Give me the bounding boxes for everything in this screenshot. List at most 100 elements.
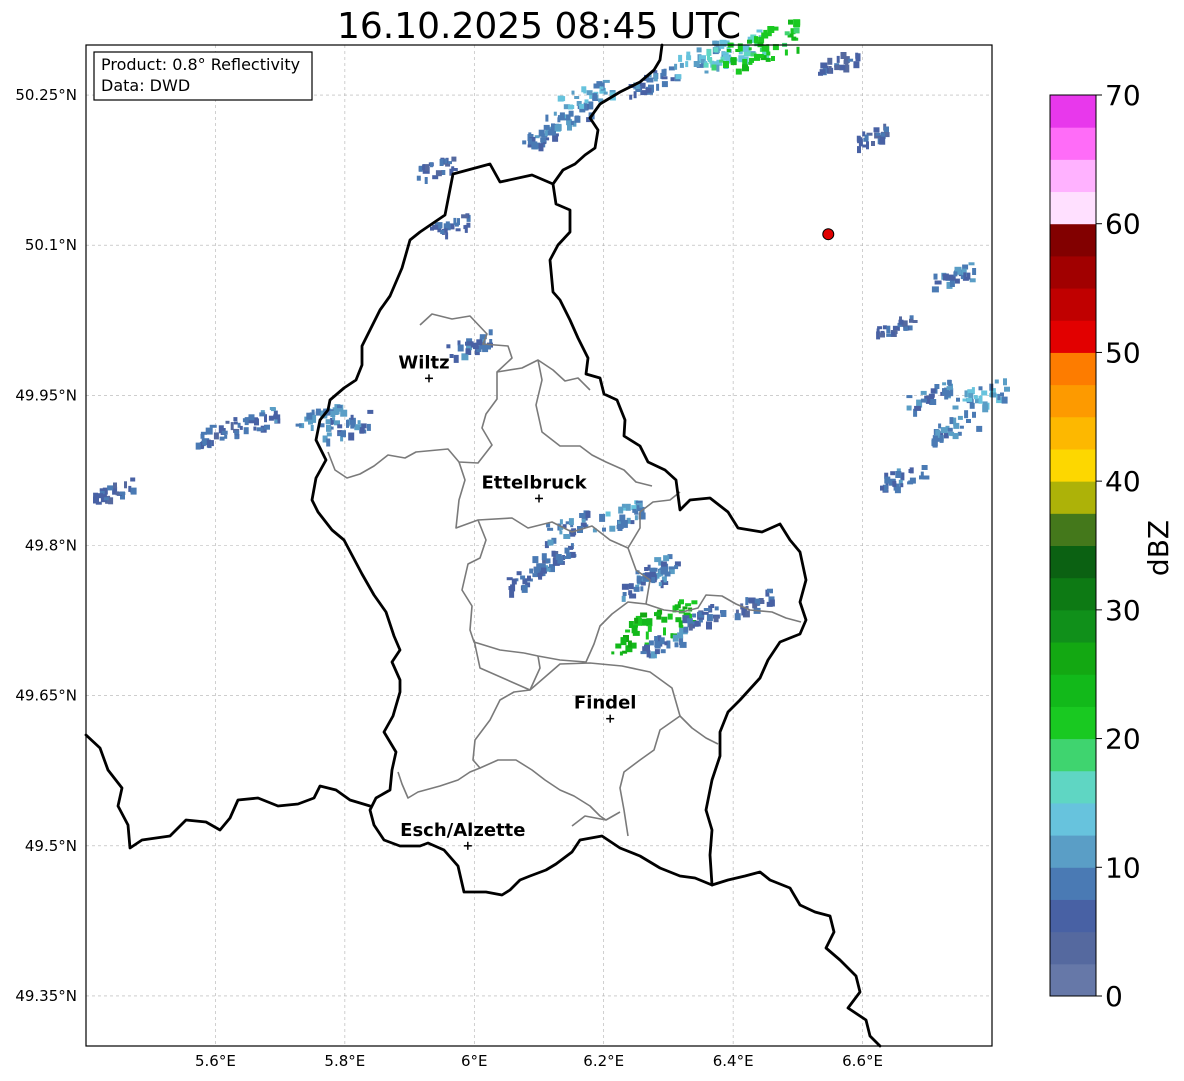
radar-echo-pixel (873, 127, 880, 133)
radar-echo-pixel (834, 65, 841, 71)
radar-echo-pixel (866, 141, 869, 150)
radar-echo-pixel (259, 412, 266, 417)
radar-echo-pixel (879, 332, 885, 338)
radar-echo-pixel (571, 90, 575, 95)
radar-echo-pixel (934, 280, 942, 285)
radar-echo-pixel (96, 493, 104, 499)
radar-site-marker[interactable] (822, 228, 835, 241)
radar-echo-pixel (451, 156, 457, 162)
radar-echo-pixel (857, 137, 863, 144)
radar-echo-pixel (793, 19, 801, 28)
radar-echo-pixel (653, 73, 658, 82)
radar-echo-pixel (506, 577, 513, 581)
lat-tick-label: 49.5°N (25, 837, 77, 855)
longitude-tick-labels: 5.6°E 5.8°E 6°E 6.2°E 6.4°E 6.6°E (195, 1052, 883, 1070)
lon-tick-label: 6.6°E (842, 1052, 883, 1070)
radar-echo-pixel (588, 101, 594, 110)
radar-echo-pixel (933, 273, 938, 280)
radar-echo-pixel (972, 411, 976, 418)
radar-echo-pixel (224, 434, 228, 439)
info-product: Product: 0.8° Reflectivity (101, 55, 300, 74)
radar-echo-pixel (634, 617, 639, 624)
radar-echo-pixel (563, 534, 571, 539)
radar-echo-pixel (963, 272, 967, 278)
radar-echo-pixel (646, 77, 654, 83)
radar-echo-pixel (516, 571, 522, 576)
radar-echo-pixel (435, 170, 442, 177)
radar-echo-pixel (424, 177, 428, 184)
radar-echo-pixel (741, 607, 746, 616)
radar-echo-pixel (734, 613, 741, 621)
radar-echo-pixel (659, 637, 665, 645)
colorbar-segment (1050, 95, 1096, 128)
radar-echo-pixel (337, 424, 343, 429)
radar-echo-pixel (568, 105, 575, 109)
colorbar-segment (1050, 223, 1096, 257)
radar-echo-pixel (752, 603, 758, 609)
radar-echo-pixel (332, 417, 336, 421)
radar-echo-pixel (686, 618, 693, 624)
radar-echo-pixel (205, 427, 213, 435)
info-box: Product: 0.8° Reflectivity Data: DWD (93, 51, 313, 101)
radar-echo-pixel (649, 571, 656, 578)
radar-echo-pixel (602, 79, 610, 83)
radar-echo-pixel (920, 390, 927, 395)
radar-echo-pixel (599, 86, 604, 90)
colorbar-segment (1050, 963, 1096, 997)
radar-echo-pixel (691, 600, 698, 605)
radar-echo-pixel (839, 65, 846, 71)
radar-echo-pixel (357, 420, 361, 425)
radar-echo-pixel (627, 640, 632, 648)
radar-echo-pixel (942, 273, 949, 281)
radar-echo-pixel (947, 427, 953, 432)
radar-echo-pixel (645, 87, 652, 93)
radar-echo-pixel (968, 393, 974, 399)
radar-echo-pixel (625, 503, 631, 511)
radar-echo-pixel (1000, 392, 1004, 397)
radar-echo-pixel (555, 554, 562, 560)
radar-echo-pixel (315, 411, 320, 416)
radar-echo-pixel (946, 386, 951, 391)
map-area[interactable]: Wiltz Ettelbruck Findel Esch/Alzette Produc… (84, 19, 1010, 1048)
radar-echo-pixel (568, 110, 574, 117)
radar-echo-pixel (239, 425, 243, 430)
radar-echo-pixel (886, 333, 892, 337)
colorbar-segment (1050, 706, 1096, 740)
radar-echo-pixel (359, 427, 365, 434)
radar-echo-pixel (771, 56, 775, 61)
radar-echo-pixel (660, 649, 666, 654)
radar-echo-pixel (934, 384, 940, 389)
radar-echo-pixel (964, 410, 969, 419)
radar-echo-pixel (209, 424, 217, 428)
radar-echo-pixel (772, 26, 779, 31)
radar-echo-pixel (706, 614, 713, 622)
radar-echo-pixel (966, 419, 971, 423)
radar-echo-pixel (754, 36, 758, 44)
radar-echo-pixel (559, 530, 563, 535)
radar-echo-pixel (855, 52, 859, 59)
radar-echo-pixel (714, 606, 719, 611)
radar-echo-pixel (982, 404, 989, 413)
lat-tick-label: 49.35°N (15, 987, 77, 1005)
radar-echo-pixel (592, 93, 598, 101)
radar-echo-pixel (679, 599, 684, 605)
radar-echo-pixel (545, 114, 549, 122)
colorbar-tick-label: 40 (1105, 465, 1141, 498)
colorbar-segments (1050, 95, 1096, 997)
radar-echo-pixel (533, 567, 540, 574)
radar-echo-pixel (225, 420, 230, 424)
radar-echo-pixel (663, 627, 666, 636)
radar-echo-pixel (633, 91, 637, 99)
radar-echo-pixel (661, 81, 668, 88)
radar-echo-pixel (735, 68, 742, 75)
radar-echo-pixel (966, 397, 973, 402)
radar-echo-pixel (350, 421, 355, 429)
radar-echo-pixel (1001, 396, 1008, 404)
radar-echo-pixel (233, 421, 238, 425)
radar-echo-pixel (840, 52, 847, 59)
radar-echo-pixel (640, 651, 647, 655)
radar-echo-pixel (628, 621, 634, 628)
radar-echo-pixel (348, 432, 355, 441)
radar-echo-pixel (629, 94, 633, 100)
colorbar-segment (1050, 577, 1096, 611)
